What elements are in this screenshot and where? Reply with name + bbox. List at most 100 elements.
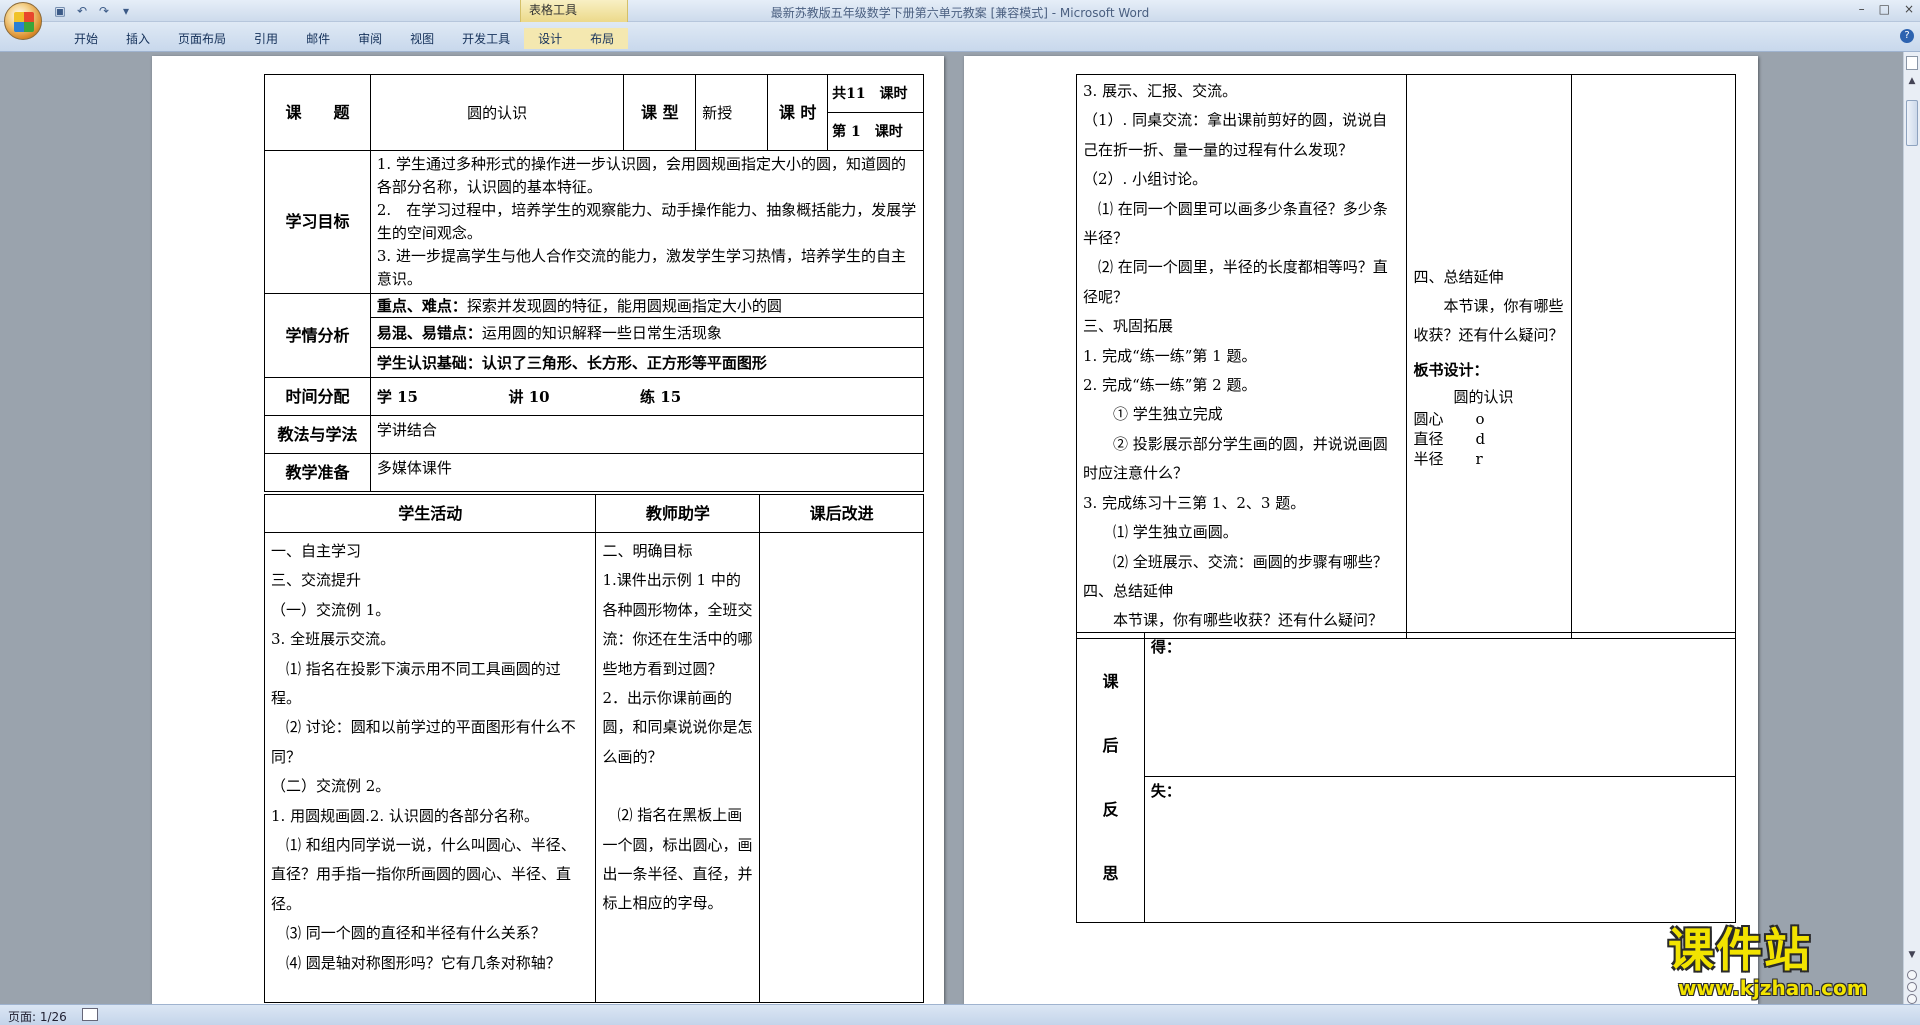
- th-line: 1.课件出示例 1 中的各种圆形物体，全班交流：你还在生活中的哪些地方看到过圆？: [602, 571, 753, 678]
- sa2-line: 1. 完成“练一练”第 1 题。: [1083, 346, 1257, 365]
- view-ruler-icon[interactable]: [1906, 56, 1918, 70]
- goal-1: 1. 学生通过多种形式的操作进一步认识圆，会用圆规画指定大小的圆，知道圆的各部分…: [376, 155, 906, 196]
- analysis-row-2[interactable]: 易混、易错点：运用圆的知识解释一些日常生活现象: [369, 317, 925, 348]
- tab-home[interactable]: 开始: [60, 28, 112, 49]
- close-button[interactable]: ×: [1904, 2, 1914, 16]
- status-bar: 页面: 1/26: [0, 1004, 1920, 1025]
- window-controls: – □ ×: [1859, 2, 1914, 16]
- tab-mailings[interactable]: 邮件: [292, 28, 344, 49]
- th-line: [602, 772, 753, 801]
- prep-value[interactable]: 多媒体课件: [369, 453, 925, 492]
- sa-line: ⑶ 同一个圆的直径和半径有什么关系？: [286, 924, 546, 943]
- document-page-2[interactable]: 3. 展示、汇报、交流。 （1）. 同桌交流：拿出课前剪好的圆，说说自己在折一折…: [964, 56, 1758, 1004]
- goal-2: 2. 在学习过程中，培养学生的观察能力、动手操作能力、抽象概括能力，发展学生的空…: [376, 201, 917, 242]
- scroll-up-arrow-icon[interactable]: ▲: [1905, 76, 1919, 90]
- board-term: 圆心: [1413, 410, 1444, 428]
- sa2-line: 3. 展示、汇报、交流。: [1083, 82, 1238, 100]
- loss-cell[interactable]: 失：: [1143, 776, 1737, 923]
- analysis-head-2: 易混、易错点：: [376, 323, 482, 342]
- sa2-line: （2）. 小组讨论。: [1083, 170, 1208, 189]
- method-label: 教法与学法: [264, 415, 371, 454]
- sa2-line: ② 投影展示部分学生画的圆，并说说画圆时应注意什么？: [1083, 434, 1388, 483]
- tab-developer[interactable]: 开发工具: [448, 28, 524, 49]
- activity-table: 学生活动 教师助学 课后改进 一、自主学习 三、交流提升 （一）交流例 1。 3…: [263, 494, 924, 1003]
- time-label: 时间分配: [264, 377, 371, 416]
- lesson-plan-header-table: 课 题 圆的认识 课 型 新授 课 时 共11 课时 第 1 课时 学习目标 1…: [264, 74, 925, 492]
- teacher-help-cell[interactable]: 二、明确目标 1.课件出示例 1 中的各种圆形物体，全班交流：你还在生活中的哪些…: [595, 532, 761, 1003]
- page-indicator[interactable]: 页面: 1/26: [8, 1008, 67, 1025]
- prep-label: 教学准备: [264, 453, 371, 492]
- analysis-text-3: 认识了三角形、长方形、正方形等平面图形: [481, 353, 767, 372]
- tab-view[interactable]: 视图: [396, 28, 448, 49]
- minimize-button[interactable]: –: [1859, 2, 1865, 16]
- time-learn: 学 15: [376, 387, 418, 406]
- board-row-3: 半径 r: [1413, 449, 1565, 469]
- type-value[interactable]: 新授: [695, 74, 769, 151]
- tab-insert[interactable]: 插入: [112, 28, 164, 49]
- student-activity-cell-p2[interactable]: 3. 展示、汇报、交流。 （1）. 同桌交流：拿出课前剪好的圆，说说自己在折一折…: [1075, 74, 1408, 639]
- sa2-line: （1）. 同桌交流：拿出课前剪好的圆，说说自己在折一折、量一量的过程有什么发现？: [1083, 111, 1388, 159]
- tab-references[interactable]: 引用: [240, 28, 292, 49]
- analysis-row-3[interactable]: 学生认识基础：认识了三角形、长方形、正方形等平面图形: [369, 347, 925, 378]
- topic-value[interactable]: 圆的认识: [369, 74, 625, 151]
- sa2-line: 三、巩固拓展: [1083, 317, 1174, 336]
- after-class-cell-p2[interactable]: [1571, 74, 1736, 639]
- tab-layout[interactable]: 布局: [576, 28, 629, 49]
- proofing-status-icon[interactable]: [82, 1008, 98, 1021]
- document-page-1[interactable]: 课 题 圆的认识 课 型 新授 课 时 共11 课时 第 1 课时 学习目标 1…: [152, 56, 944, 1004]
- vertical-scrollbar[interactable]: ▲ ▼: [1903, 52, 1920, 1004]
- reflection-char: 课: [1102, 671, 1119, 691]
- goal-3: 3. 进一步提高学生与他人合作交流的能力，激发学生学习热情，培养学生的自主意识。: [376, 247, 906, 288]
- sa2-line: ⑴ 在同一个圆里可以画多少条直径？多少条半径？: [1083, 199, 1388, 248]
- summary-text: 本节课，你有哪些收获？还有什么疑问？: [1413, 297, 1564, 344]
- goals-cell[interactable]: 1. 学生通过多种形式的操作进一步认识圆，会用圆规画指定大小的圆，知道圆的各部分…: [369, 150, 925, 294]
- time-practice: 练 15: [640, 387, 682, 406]
- time-cell[interactable]: 学 15 讲 10 练 15: [369, 377, 925, 416]
- sa2-line: ⑵ 全班展示、交流：画圆的步骤有哪些？: [1113, 552, 1388, 571]
- sa-line: 1. 用圆规画圆.2. 认识圆的各部分名称。: [271, 806, 539, 825]
- sa-line: ⑴ 和组内同学说一说，什么叫圆心、半径、直径？用手指一指你所画圆的圆心、半径、直…: [271, 836, 576, 913]
- help-icon[interactable]: ?: [1900, 29, 1914, 43]
- tab-review[interactable]: 审阅: [344, 28, 396, 49]
- reflection-char: 反: [1102, 799, 1119, 819]
- tab-page-layout[interactable]: 页面布局: [164, 28, 240, 49]
- sa-line: （一）交流例 1。: [271, 600, 391, 619]
- teacher-help-cell-p2[interactable]: 四、总结延伸 本节课，你有哪些收获？还有什么疑问？ 板书设计： 圆的认识 圆心 o…: [1406, 74, 1573, 639]
- sa-line: 3. 全班展示交流。: [271, 630, 396, 649]
- sa-line: ⑷ 圆是轴对称图形吗？它有几条对称轴？: [286, 953, 561, 972]
- scroll-down-arrow-icon[interactable]: ▼: [1905, 950, 1919, 964]
- ribbon-tab-bar: 开始 插入 页面布局 引用 邮件 审阅 视图 开发工具 设计 布局 ?: [0, 22, 1920, 52]
- type-label: 课 型: [623, 74, 697, 151]
- maximize-button[interactable]: □: [1879, 2, 1890, 16]
- sa2-line: 2. 完成“练一练”第 2 题。: [1083, 376, 1257, 395]
- analysis-head-3: 学生认识基础：: [376, 353, 482, 372]
- board-design-title: 板书设计：: [1413, 361, 1489, 379]
- th-line: 2．出示你课前画的圆，和同桌说说你是怎么画的？: [602, 689, 753, 766]
- analysis-text-2: 运用圆的知识解释一些日常生活现象: [481, 323, 722, 342]
- method-value[interactable]: 学讲结合: [369, 415, 925, 454]
- col-after-class: 课后改进: [759, 494, 924, 533]
- reflection-char: 后: [1102, 735, 1119, 755]
- previous-page-icon[interactable]: [1907, 970, 1917, 980]
- gain-cell[interactable]: 得：: [1143, 632, 1737, 777]
- analysis-row-1[interactable]: 重点、难点：探索并发现圆的特征，能用圆规画指定大小的圆: [369, 293, 925, 318]
- watermark-url: www.kjzhan.com: [1678, 976, 1868, 1000]
- ribbon-tabs: 开始 插入 页面布局 引用 邮件 审阅 视图 开发工具 设计 布局: [60, 28, 629, 49]
- hours-label: 课 时: [767, 74, 829, 151]
- kjzhan-watermark-logo: 课件站 www.kjzhan.com: [1668, 924, 1902, 1004]
- total-hours[interactable]: 共11 课时: [827, 74, 924, 113]
- next-page-icon[interactable]: [1907, 994, 1917, 1004]
- select-browse-object-icon[interactable]: [1907, 982, 1917, 992]
- after-class-cell[interactable]: [759, 532, 924, 1003]
- student-activity-cell[interactable]: 一、自主学习 三、交流提升 （一）交流例 1。 3. 全班展示交流。 ⑴ 指名在…: [263, 532, 597, 1003]
- board-term: 直径: [1413, 430, 1444, 448]
- summary-title: 四、总结延伸: [1413, 268, 1504, 286]
- scrollbar-thumb[interactable]: [1906, 100, 1918, 146]
- office-button[interactable]: [4, 2, 42, 40]
- board-symbol: o: [1475, 410, 1485, 428]
- board-center-title: 圆的认识: [1453, 388, 1514, 406]
- board-symbol: r: [1475, 450, 1483, 468]
- tab-design[interactable]: 设计: [524, 28, 577, 49]
- current-hour[interactable]: 第 1 课时: [827, 112, 924, 151]
- sa-line: ⑵ 讨论：圆和以前学过的平面图形有什么不同？: [271, 718, 576, 766]
